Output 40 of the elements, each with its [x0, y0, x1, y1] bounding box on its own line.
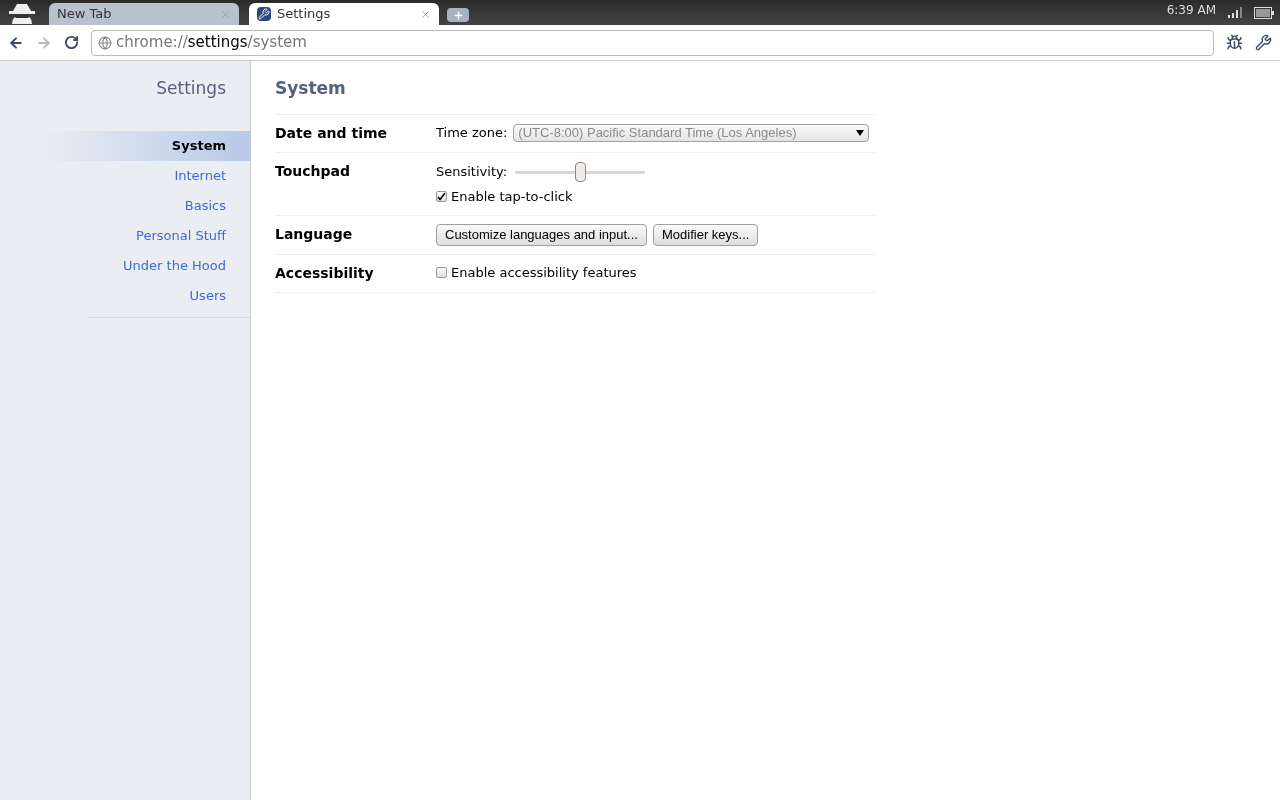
bug-icon[interactable]	[1226, 34, 1243, 51]
checkbox[interactable]	[436, 266, 447, 278]
section-title: Language	[275, 224, 354, 244]
sidebar-title: Settings	[155, 77, 227, 100]
settings-button[interactable]: Modifier keys...	[652, 223, 759, 246]
browser-tab[interactable]: Settings	[249, 3, 439, 25]
wrench-icon	[257, 7, 271, 21]
field-label: Time zone:	[436, 124, 508, 142]
settings-button[interactable]: Customize languages and input...	[436, 223, 647, 246]
globe-icon	[98, 35, 112, 50]
page-title: System	[275, 77, 347, 100]
address-bar[interactable]: chrome://settings/system	[91, 29, 1214, 56]
sidebar-item[interactable]: Personal Stuff	[0, 221, 250, 251]
reload-icon[interactable]	[64, 35, 79, 50]
wrench-icon[interactable]	[1255, 34, 1272, 51]
field-label: Sensitivity:	[436, 163, 508, 182]
new-tab-button[interactable]	[447, 8, 469, 22]
sidebar-item[interactable]: Basics	[0, 191, 250, 221]
url-text: chrome://settings/system	[116, 32, 307, 54]
tab-title: Settings	[277, 5, 332, 24]
sensitivity-slider[interactable]	[515, 161, 646, 183]
back-icon[interactable]	[8, 34, 24, 51]
browser-tab[interactable]: New Tab	[49, 3, 239, 25]
checkbox[interactable]	[436, 191, 447, 203]
sidebar-item[interactable]: Users	[0, 281, 250, 311]
dropdown-arrow-icon	[856, 129, 865, 136]
sidebar-item[interactable]: Internet	[0, 161, 250, 191]
clock: 6:39 AM	[1166, 2, 1216, 19]
checkbox-label: Enable accessibility features	[451, 263, 637, 282]
tab-title: New Tab	[57, 5, 113, 24]
checkbox-label: Enable tap-to-click	[451, 188, 573, 206]
close-icon[interactable]	[420, 8, 431, 20]
section-title: Touchpad	[275, 162, 352, 181]
slider-thumb[interactable]	[575, 162, 587, 182]
signal-icon	[1228, 7, 1242, 18]
sidebar-item[interactable]: Under the Hood	[0, 251, 250, 281]
battery-icon	[1254, 7, 1274, 19]
section-title: Date and time	[275, 124, 388, 143]
plus-icon	[452, 9, 464, 21]
section-title: Accessibility	[275, 263, 375, 283]
